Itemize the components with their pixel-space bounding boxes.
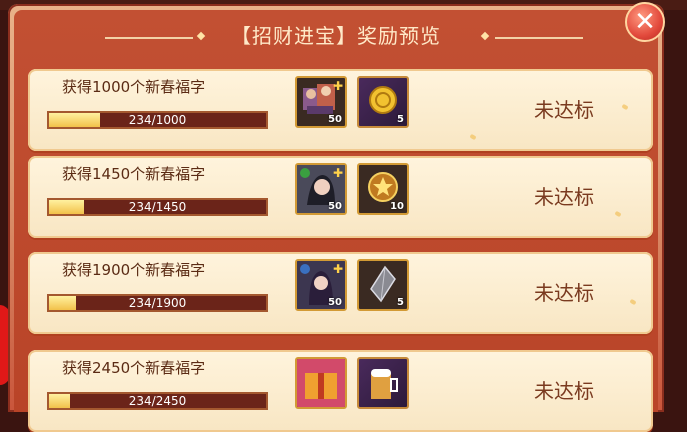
reward-label: 获得2450个新春福字 [62,359,206,377]
reward-status: 未达标 [534,281,594,305]
reward-item-1[interactable]: ✚ 50 [295,259,347,311]
plus-icon: ✚ [332,79,343,93]
reward-status: 未达标 [534,379,594,403]
item-count: 50 [328,297,342,308]
reward-label: 获得1450个新春福字 [62,165,206,183]
reward-item-2[interactable]: 5 [357,259,409,311]
item-count: 50 [328,201,342,212]
reward-card-4: 获得2450个新春福字 234/2450 未达标 [28,350,653,432]
plus-icon: ✚ [332,166,343,180]
progress-bar: 234/1900 [47,294,268,312]
reward-status: 未达标 [534,185,594,209]
title-line-right [495,37,583,39]
progress-text: 234/2450 [128,394,187,408]
close-icon: ✕ [634,7,656,37]
reward-item-2[interactable]: 5 [357,76,409,128]
item-count: 50 [328,114,342,125]
reward-item-2[interactable]: 10 [357,163,409,215]
title-row: 【招财进宝】奖励预览 [0,20,672,49]
reward-label: 获得1900个新春福字 [62,261,206,279]
progress-bar: 234/1450 [47,198,268,216]
reward-item-1[interactable] [295,357,347,409]
item-count: 5 [397,297,404,308]
item-count: 10 [390,201,404,212]
reward-card-1: 获得1000个新春福字 234/1000 ✚ 50 5 未达标 [28,69,653,151]
gift-box-icon [297,359,345,407]
reward-label: 获得1000个新春福字 [62,78,206,96]
progress-text: 234/1450 [128,200,187,214]
panel-title: 【招财进宝】奖励预览 [231,24,441,48]
reward-card-2: 获得1450个新春福字 234/1450 ✚ 50 10 未达标 [28,156,653,238]
reward-item-1[interactable]: ✚ 50 [295,163,347,215]
progress-text: 234/1000 [128,113,187,127]
item-count: 5 [397,114,404,125]
progress-bar: 234/1000 [47,111,268,129]
beer-mug-icon [371,369,398,399]
reward-card-3: 获得1900个新春福字 234/1900 ✚ 50 5 未达标 [28,252,653,334]
reward-item-1[interactable]: ✚ 50 [295,76,347,128]
reward-item-2[interactable] [357,357,409,409]
reward-status: 未达标 [534,98,594,122]
close-button[interactable]: ✕ [625,2,665,42]
progress-bar: 234/2450 [47,392,268,410]
progress-text: 234/1900 [128,296,187,310]
plus-icon: ✚ [332,262,343,276]
